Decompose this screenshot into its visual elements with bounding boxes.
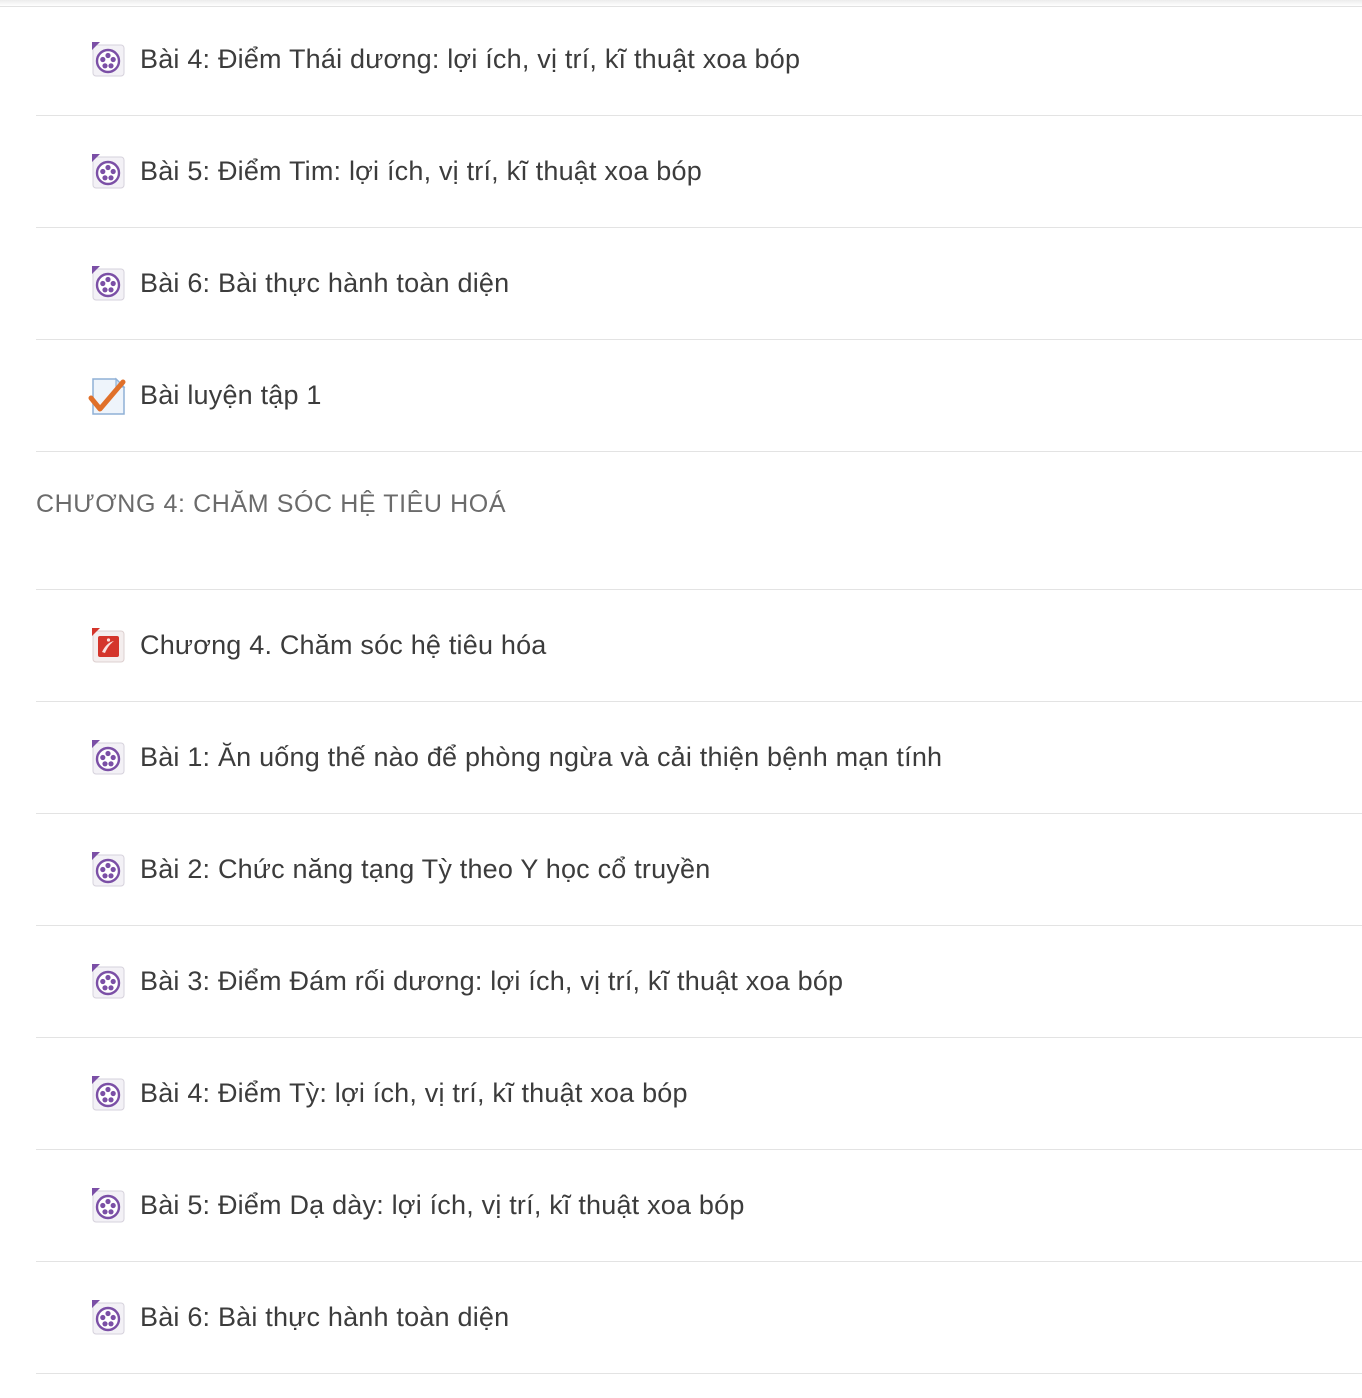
course-content: Bài 4: Điểm Thái dương: lợi ích, vị trí,…	[36, 4, 1362, 1374]
course-page: Bài 4: Điểm Thái dương: lợi ích, vị trí,…	[0, 0, 1362, 1398]
activity-label[interactable]: Bài 5: Điểm Dạ dày: lợi ích, vị trí, kĩ …	[140, 1190, 745, 1221]
section-title: CHƯƠNG 4: CHĂM SÓC HỆ TIÊU HOÁ	[36, 490, 507, 518]
activity-label[interactable]: Bài 4: Điểm Thái dương: lợi ích, vị trí,…	[140, 44, 800, 75]
video-icon	[88, 1074, 128, 1114]
activity-item[interactable]: Bài 4: Điểm Tỳ: lợi ích, vị trí, kĩ thuậ…	[36, 1038, 1362, 1150]
video-icon	[88, 1186, 128, 1226]
activity-label[interactable]: Bài luyện tập 1	[140, 380, 322, 411]
video-icon	[88, 1298, 128, 1338]
activity-label[interactable]: Bài 4: Điểm Tỳ: lợi ích, vị trí, kĩ thuậ…	[140, 1078, 688, 1109]
video-icon	[88, 40, 128, 80]
activity-item[interactable]: Bài 1: Ăn uống thế nào để phòng ngừa và …	[36, 702, 1362, 814]
activity-item[interactable]: Bài 3: Điểm Đám rối dương: lợi ích, vị t…	[36, 926, 1362, 1038]
video-icon	[88, 152, 128, 192]
video-icon	[88, 264, 128, 304]
activity-item[interactable]: Bài luyện tập 1	[36, 340, 1362, 452]
activity-label[interactable]: Bài 2: Chức năng tạng Tỳ theo Y học cổ t…	[140, 854, 710, 885]
activity-item[interactable]: Bài 4: Điểm Thái dương: lợi ích, vị trí,…	[36, 4, 1362, 116]
activity-item[interactable]: Bài 5: Điểm Dạ dày: lợi ích, vị trí, kĩ …	[36, 1150, 1362, 1262]
video-icon	[88, 962, 128, 1002]
section-header: CHƯƠNG 4: CHĂM SÓC HỆ TIÊU HOÁ	[36, 452, 1362, 590]
activity-label[interactable]: Bài 5: Điểm Tim: lợi ích, vị trí, kĩ thu…	[140, 156, 702, 187]
pdf-icon	[88, 626, 128, 666]
activity-item[interactable]: Chương 4. Chăm sóc hệ tiêu hóa	[36, 590, 1362, 702]
activity-item[interactable]: Bài 6: Bài thực hành toàn diện	[36, 228, 1362, 340]
activity-label[interactable]: Chương 4. Chăm sóc hệ tiêu hóa	[140, 630, 547, 661]
activity-item[interactable]: Bài 2: Chức năng tạng Tỳ theo Y học cổ t…	[36, 814, 1362, 926]
quiz-icon	[88, 376, 128, 416]
activity-item[interactable]: Bài 5: Điểm Tim: lợi ích, vị trí, kĩ thu…	[36, 116, 1362, 228]
video-icon	[88, 850, 128, 890]
activity-item[interactable]: Bài 6: Bài thực hành toàn diện	[36, 1262, 1362, 1374]
activity-label[interactable]: Bài 6: Bài thực hành toàn diện	[140, 268, 509, 299]
activity-label[interactable]: Bài 3: Điểm Đám rối dương: lợi ích, vị t…	[140, 966, 843, 997]
activity-label[interactable]: Bài 6: Bài thực hành toàn diện	[140, 1302, 509, 1333]
activity-label[interactable]: Bài 1: Ăn uống thế nào để phòng ngừa và …	[140, 742, 942, 773]
video-icon	[88, 738, 128, 778]
